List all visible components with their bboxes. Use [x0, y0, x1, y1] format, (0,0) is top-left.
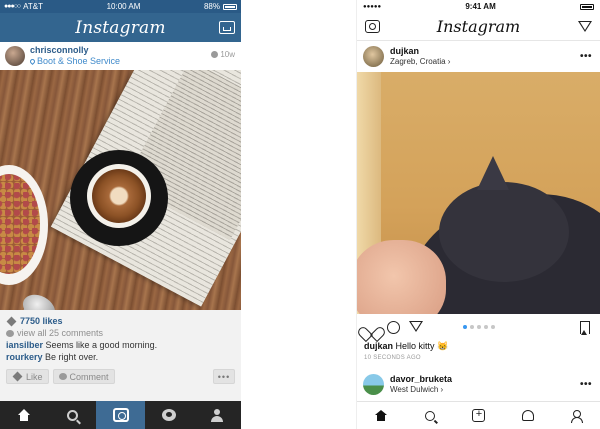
- tab-profile[interactable]: [552, 402, 600, 429]
- post-username[interactable]: chrisconnolly: [30, 45, 120, 56]
- comparison-stage: ●●●○○ AT&T 10:00 AM 88% Instagram chrisc…: [0, 0, 600, 429]
- pager-dot: [477, 325, 481, 329]
- home-icon: [17, 409, 31, 421]
- search-icon: [66, 409, 78, 421]
- more-options-button[interactable]: •••: [213, 369, 235, 384]
- post-photo[interactable]: [0, 70, 241, 310]
- direct-message-icon[interactable]: [578, 20, 592, 33]
- post-username[interactable]: dujkan: [390, 46, 450, 57]
- comment-user[interactable]: iansilber: [6, 340, 43, 350]
- signal-icon: ●●●●●: [363, 3, 382, 10]
- post-caption: dujkan Hello kitty 😸: [357, 340, 600, 352]
- heart-icon: [6, 316, 17, 326]
- old-instagram-screen: ●●●○○ AT&T 10:00 AM 88% Instagram chrisc…: [0, 0, 241, 429]
- comment: rourkery Be right over.: [6, 351, 235, 363]
- signal-icon: ●●●○○: [4, 3, 21, 10]
- new-instagram-screen: ●●●●● 9:41 AM Instagram dujkan Zagreb, C…: [356, 0, 600, 429]
- post-location[interactable]: West Dulwich ›: [390, 385, 452, 395]
- tab-home[interactable]: [357, 402, 406, 429]
- comment-user[interactable]: rourkery: [6, 352, 43, 362]
- post-location[interactable]: Zagreb, Croatia ›: [390, 57, 450, 67]
- likes-label: 7750 likes: [20, 316, 63, 326]
- status-time: 9:41 AM: [465, 2, 496, 11]
- post-body: 7750 likes view all 25 comments iansilbe…: [0, 310, 241, 384]
- like-button-label: Like: [26, 371, 43, 382]
- caption-user[interactable]: dujkan: [364, 341, 393, 351]
- post-header: chrisconnolly Boot & Shoe Service 10w: [0, 42, 241, 70]
- view-all-comments-link[interactable]: view all 25 comments: [6, 327, 235, 339]
- camera-icon: [112, 408, 129, 422]
- comment-text: Seems like a good morning.: [45, 340, 158, 350]
- status-bar: ●●●●● 9:41 AM: [357, 0, 600, 13]
- tab-search[interactable]: [406, 402, 455, 429]
- pager-dot: [484, 325, 488, 329]
- tab-bar: [0, 401, 241, 429]
- nav-bar: Instagram: [357, 13, 600, 41]
- heart-icon: [12, 371, 23, 382]
- like-heart-icon[interactable]: [364, 321, 378, 334]
- post-actions: Like Comment •••: [6, 369, 235, 384]
- tab-profile[interactable]: [193, 401, 241, 429]
- tab-bar: +: [357, 401, 600, 429]
- profile-icon: [210, 408, 223, 422]
- pager-dot: [463, 325, 467, 329]
- avatar[interactable]: [363, 374, 384, 395]
- post-header: dujkan Zagreb, Croatia › •••: [357, 41, 600, 72]
- inbox-icon[interactable]: [219, 21, 235, 34]
- add-post-icon: +: [472, 409, 486, 422]
- battery-icon: [579, 3, 594, 10]
- tab-camera[interactable]: [96, 401, 145, 429]
- bookmark-icon[interactable]: [580, 321, 590, 335]
- tab-home[interactable]: [0, 401, 48, 429]
- more-options-button[interactable]: •••: [580, 379, 592, 390]
- post-location[interactable]: Boot & Shoe Service: [28, 56, 121, 67]
- caption-text: Hello kitty 😸: [395, 341, 449, 351]
- status-bar: ●●●○○ AT&T 10:00 AM 88%: [0, 0, 241, 13]
- more-options-button[interactable]: •••: [580, 51, 592, 62]
- carrier-label: AT&T: [23, 2, 43, 11]
- next-post-header: davor_bruketa West Dulwich › •••: [357, 369, 600, 400]
- tab-activity[interactable]: [145, 401, 193, 429]
- status-time: 10:00 AM: [106, 2, 141, 11]
- activity-bubble-icon: [161, 409, 176, 421]
- comment-text: Be right over.: [45, 352, 99, 362]
- post-username[interactable]: davor_bruketa: [390, 374, 452, 385]
- like-button[interactable]: Like: [6, 369, 49, 384]
- comment-button[interactable]: Comment: [52, 369, 115, 384]
- tab-explore[interactable]: [48, 401, 96, 429]
- comment-button-label: Comment: [69, 371, 109, 382]
- comment: iansilber Seems like a good morning.: [6, 339, 235, 351]
- comment-bubble-icon: [6, 329, 14, 337]
- share-icon[interactable]: [409, 321, 423, 333]
- tab-activity[interactable]: [503, 402, 552, 429]
- comment-bubble-icon: [58, 373, 67, 380]
- avatar[interactable]: [363, 46, 384, 67]
- pager-dot: [491, 325, 495, 329]
- app-logo: Instagram: [436, 17, 521, 36]
- app-logo: Instagram: [75, 17, 166, 38]
- carousel-pager: [463, 325, 495, 329]
- home-icon: [375, 410, 388, 421]
- post-timestamp: 10 SECONDS AGO: [364, 355, 421, 361]
- camera-icon[interactable]: [365, 20, 380, 33]
- post-age: 10w: [211, 50, 235, 59]
- location-pin-icon: [28, 57, 37, 66]
- likes-count[interactable]: 7750 likes: [6, 315, 235, 327]
- battery-percent: 88%: [203, 2, 220, 11]
- clock-icon: [211, 51, 219, 58]
- view-all-label: view all 25 comments: [17, 328, 104, 338]
- tab-add[interactable]: +: [455, 402, 504, 429]
- post-photo[interactable]: [357, 72, 600, 314]
- pager-dot: [470, 325, 474, 329]
- nav-bar: Instagram: [0, 13, 241, 42]
- post-age-label: 10w: [220, 50, 235, 59]
- comment-icon[interactable]: [387, 320, 400, 334]
- battery-icon: [222, 3, 237, 10]
- avatar[interactable]: [5, 46, 25, 66]
- search-icon: [425, 410, 436, 421]
- profile-icon: [571, 409, 584, 423]
- post-actions: [357, 314, 600, 340]
- location-label: Boot & Shoe Service: [37, 56, 121, 66]
- activity-heart-icon: [521, 410, 534, 421]
